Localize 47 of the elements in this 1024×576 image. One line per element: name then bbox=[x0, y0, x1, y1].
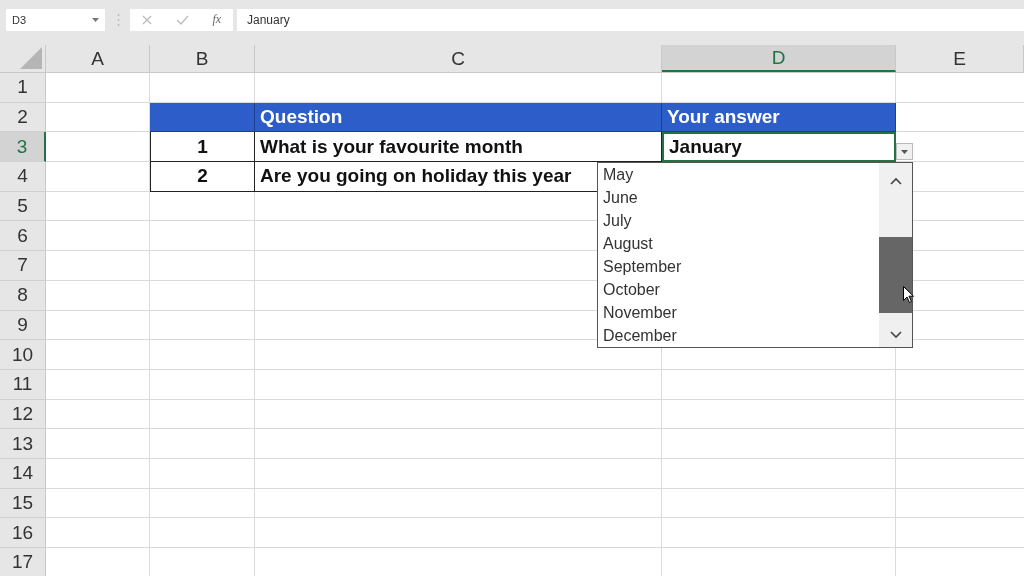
column-header[interactable]: B bbox=[150, 45, 255, 72]
row-header[interactable]: 5 bbox=[0, 191, 46, 222]
list-option[interactable]: June bbox=[603, 186, 879, 209]
chevron-up-icon[interactable] bbox=[889, 177, 902, 185]
scrollbar[interactable] bbox=[879, 163, 912, 347]
row-header[interactable]: 7 bbox=[0, 251, 46, 281]
column-header[interactable]: A bbox=[46, 45, 150, 72]
insert-function-button[interactable]: fx bbox=[212, 12, 222, 27]
chevron-down-icon[interactable] bbox=[889, 331, 902, 339]
answer-cell: January bbox=[662, 132, 896, 163]
row-header[interactable]: 3 bbox=[0, 132, 46, 163]
list-option[interactable]: May bbox=[603, 163, 879, 186]
grip-icon bbox=[117, 12, 120, 27]
dropdown-button[interactable] bbox=[896, 143, 913, 160]
row-header[interactable]: 14 bbox=[0, 458, 46, 489]
list-option[interactable]: October bbox=[603, 278, 879, 301]
row-header[interactable]: 16 bbox=[0, 518, 46, 548]
formula-field[interactable]: January bbox=[237, 8, 1024, 31]
column-heading: Your answer bbox=[662, 102, 896, 133]
row-header[interactable]: 2 bbox=[0, 102, 46, 133]
list-option[interactable]: December bbox=[603, 324, 879, 347]
scrollbar-thumb[interactable] bbox=[879, 237, 912, 313]
row-header[interactable]: 6 bbox=[0, 221, 46, 252]
list-option[interactable]: August bbox=[603, 232, 879, 255]
row-header[interactable]: 9 bbox=[0, 310, 46, 341]
row-header[interactable]: 13 bbox=[0, 429, 46, 459]
name-box[interactable]: D3 bbox=[6, 8, 105, 31]
table-cell: 2 bbox=[150, 162, 255, 192]
row-header[interactable]: 1 bbox=[0, 73, 46, 103]
table-cell: What is your favourite month bbox=[255, 132, 662, 163]
list-option[interactable]: July bbox=[603, 209, 879, 232]
column-header[interactable]: E bbox=[896, 45, 1024, 72]
row-header[interactable]: 11 bbox=[0, 369, 46, 400]
caret-icon bbox=[92, 17, 99, 22]
check-icon[interactable] bbox=[175, 14, 189, 25]
row-header[interactable]: 4 bbox=[0, 162, 46, 192]
column-header[interactable]: D bbox=[662, 45, 896, 72]
row-header[interactable]: 12 bbox=[0, 399, 46, 430]
caret-icon bbox=[901, 149, 908, 154]
list-option[interactable]: September bbox=[603, 255, 879, 278]
column-heading: Question bbox=[255, 102, 662, 133]
row-header[interactable]: 10 bbox=[0, 340, 46, 370]
list-option[interactable]: November bbox=[603, 301, 879, 324]
row-header[interactable]: 8 bbox=[0, 280, 46, 311]
table-cell: 1 bbox=[150, 132, 255, 163]
row-header[interactable]: 17 bbox=[0, 548, 46, 576]
row-header[interactable]: 15 bbox=[0, 488, 46, 519]
